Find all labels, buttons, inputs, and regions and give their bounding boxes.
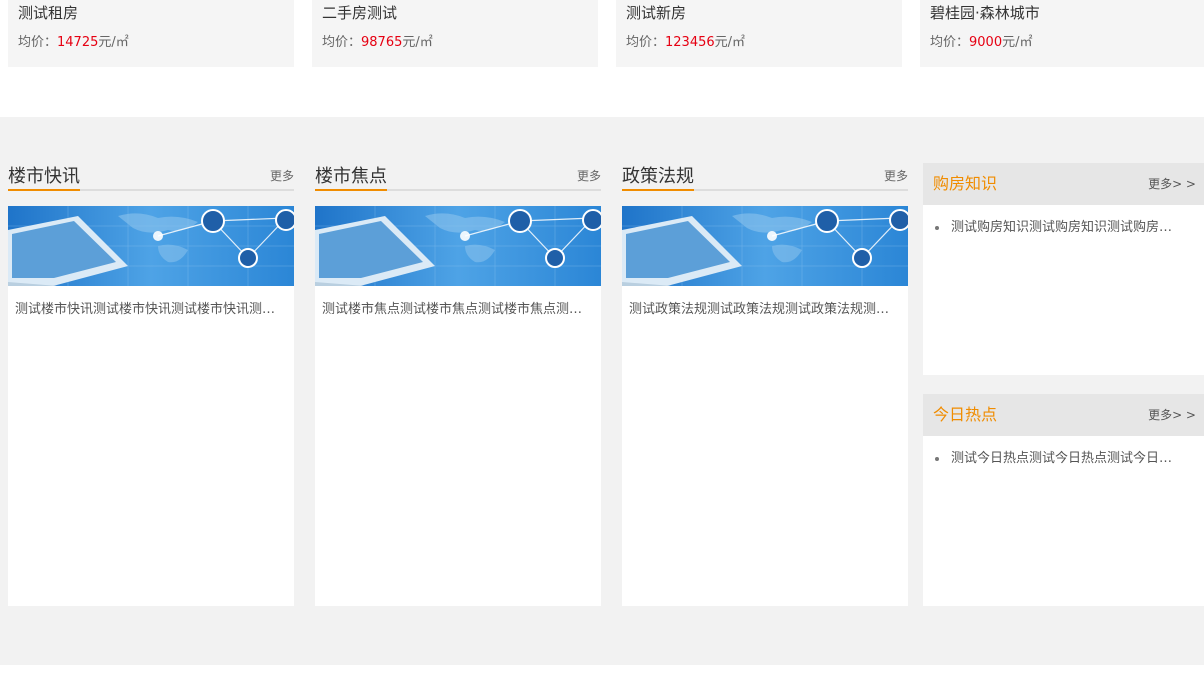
news-article-link[interactable]: 测试楼市快讯测试楼市快讯测试楼市快讯测试楼市快讯 bbox=[15, 301, 287, 319]
news-thumbnail[interactable] bbox=[315, 206, 601, 286]
bullet-icon bbox=[935, 457, 939, 461]
news-thumbnail[interactable] bbox=[622, 206, 908, 286]
side-panel-title: 购房知识 bbox=[933, 174, 998, 193]
laptop-network-globe-image bbox=[622, 206, 908, 286]
property-name[interactable]: 碧桂园·森林城市 bbox=[930, 3, 1040, 23]
property-price: 均价：123456元/㎡ bbox=[626, 34, 745, 52]
news-column-header: 楼市焦点 更多 bbox=[315, 163, 601, 191]
news-section: 楼市快讯 更多 测试楼市快讯测试楼市快讯测试楼市快讯测试楼 楼市焦点 更多 测试… bbox=[0, 117, 1204, 665]
price-value: 123456 bbox=[665, 35, 715, 50]
news-thumbnail[interactable] bbox=[8, 206, 294, 286]
list-item-text[interactable]: 测试购房知识测试购房知识测试购房知识测试购房知识 bbox=[951, 218, 1173, 238]
price-label: 均价： bbox=[18, 35, 58, 50]
price-label: 均价： bbox=[626, 35, 666, 50]
news-column-title: 楼市焦点 bbox=[315, 166, 387, 191]
side-panel-title: 今日热点 bbox=[933, 405, 998, 424]
news-column-body: 测试楼市焦点测试楼市焦点测试楼市焦点测试楼市焦点 bbox=[315, 206, 601, 606]
news-column-title: 楼市快讯 bbox=[8, 166, 80, 191]
laptop-network-globe-image bbox=[8, 206, 294, 286]
property-card[interactable]: 碧桂园·森林城市 均价：9000元/㎡ bbox=[920, 0, 1204, 67]
news-column-header: 楼市快讯 更多 bbox=[8, 163, 294, 191]
news-column-header: 政策法规 更多 bbox=[622, 163, 908, 191]
list-item-text[interactable]: 测试今日热点测试今日热点测试今日热点测试今日热点 bbox=[951, 449, 1173, 469]
news-column-market-flash: 楼市快讯 更多 测试楼市快讯测试楼市快讯测试楼市快讯测试楼 bbox=[8, 163, 294, 606]
laptop-network-globe-image bbox=[315, 206, 601, 286]
price-unit: 元/㎡ bbox=[1002, 35, 1033, 50]
more-link[interactable]: 更多> > bbox=[1148, 176, 1196, 192]
more-link[interactable]: 更多 bbox=[577, 168, 601, 184]
price-label: 均价： bbox=[322, 35, 362, 50]
property-name[interactable]: 二手房测试 bbox=[322, 3, 397, 23]
price-value: 9000 bbox=[969, 35, 1003, 50]
news-article-link[interactable]: 测试楼市焦点测试楼市焦点测试楼市焦点测试楼市焦点 bbox=[322, 301, 594, 319]
property-price: 均价：98765元/㎡ bbox=[322, 34, 433, 52]
property-name[interactable]: 测试租房 bbox=[18, 3, 78, 23]
side-panel-header: 购房知识 更多> > bbox=[923, 163, 1204, 205]
price-unit: 元/㎡ bbox=[714, 35, 746, 50]
side-panel-today-hot: 今日热点 更多> > 测试今日热点测试今日热点测试今日热点测试今日热点 bbox=[923, 394, 1204, 606]
side-panel-header: 今日热点 更多> > bbox=[923, 394, 1204, 436]
property-card[interactable]: 二手房测试 均价：98765元/㎡ bbox=[312, 0, 598, 67]
price-label: 均价： bbox=[930, 35, 970, 50]
more-link[interactable]: 更多 bbox=[884, 168, 908, 184]
list-item[interactable]: 测试购房知识测试购房知识测试购房知识测试购房知识 bbox=[923, 218, 1204, 238]
property-price: 均价：9000元/㎡ bbox=[930, 34, 1033, 52]
price-value: 14725 bbox=[57, 35, 99, 50]
price-unit: 元/㎡ bbox=[402, 35, 433, 50]
property-name[interactable]: 测试新房 bbox=[626, 3, 686, 23]
price-unit: 元/㎡ bbox=[98, 35, 129, 50]
bullet-icon bbox=[935, 226, 939, 230]
news-column-body: 测试楼市快讯测试楼市快讯测试楼市快讯测试楼市快讯 bbox=[8, 206, 294, 606]
list-item[interactable]: 测试今日热点测试今日热点测试今日热点测试今日热点 bbox=[923, 449, 1204, 469]
price-value: 98765 bbox=[361, 35, 403, 50]
more-link[interactable]: 更多 bbox=[270, 168, 294, 184]
news-article-link[interactable]: 测试政策法规测试政策法规测试政策法规测试政策法规 bbox=[629, 301, 901, 319]
news-column-title: 政策法规 bbox=[622, 166, 694, 191]
news-column-body: 测试政策法规测试政策法规测试政策法规测试政策法规 bbox=[622, 206, 908, 606]
more-link[interactable]: 更多> > bbox=[1148, 407, 1196, 423]
property-price: 均价：14725元/㎡ bbox=[18, 34, 129, 52]
property-card[interactable]: 测试租房 均价：14725元/㎡ bbox=[8, 0, 294, 67]
side-panel-list: 测试购房知识测试购房知识测试购房知识测试购房知识 bbox=[923, 218, 1204, 238]
news-column-market-focus: 楼市焦点 更多 测试楼市焦点测试楼市焦点测试楼市焦点测试楼 bbox=[315, 163, 601, 606]
side-panel-list: 测试今日热点测试今日热点测试今日热点测试今日热点 bbox=[923, 449, 1204, 469]
news-column-policy: 政策法规 更多 测试政策法规测试政策法规测试政策法规测试政 bbox=[622, 163, 908, 606]
property-cards-row: 测试租房 均价：14725元/㎡ 二手房测试 均价：98765元/㎡ 测试新房 … bbox=[0, 0, 1204, 67]
side-panel-buying-knowledge: 购房知识 更多> > 测试购房知识测试购房知识测试购房知识测试购房知识 bbox=[923, 163, 1204, 375]
property-card[interactable]: 测试新房 均价：123456元/㎡ bbox=[616, 0, 902, 67]
